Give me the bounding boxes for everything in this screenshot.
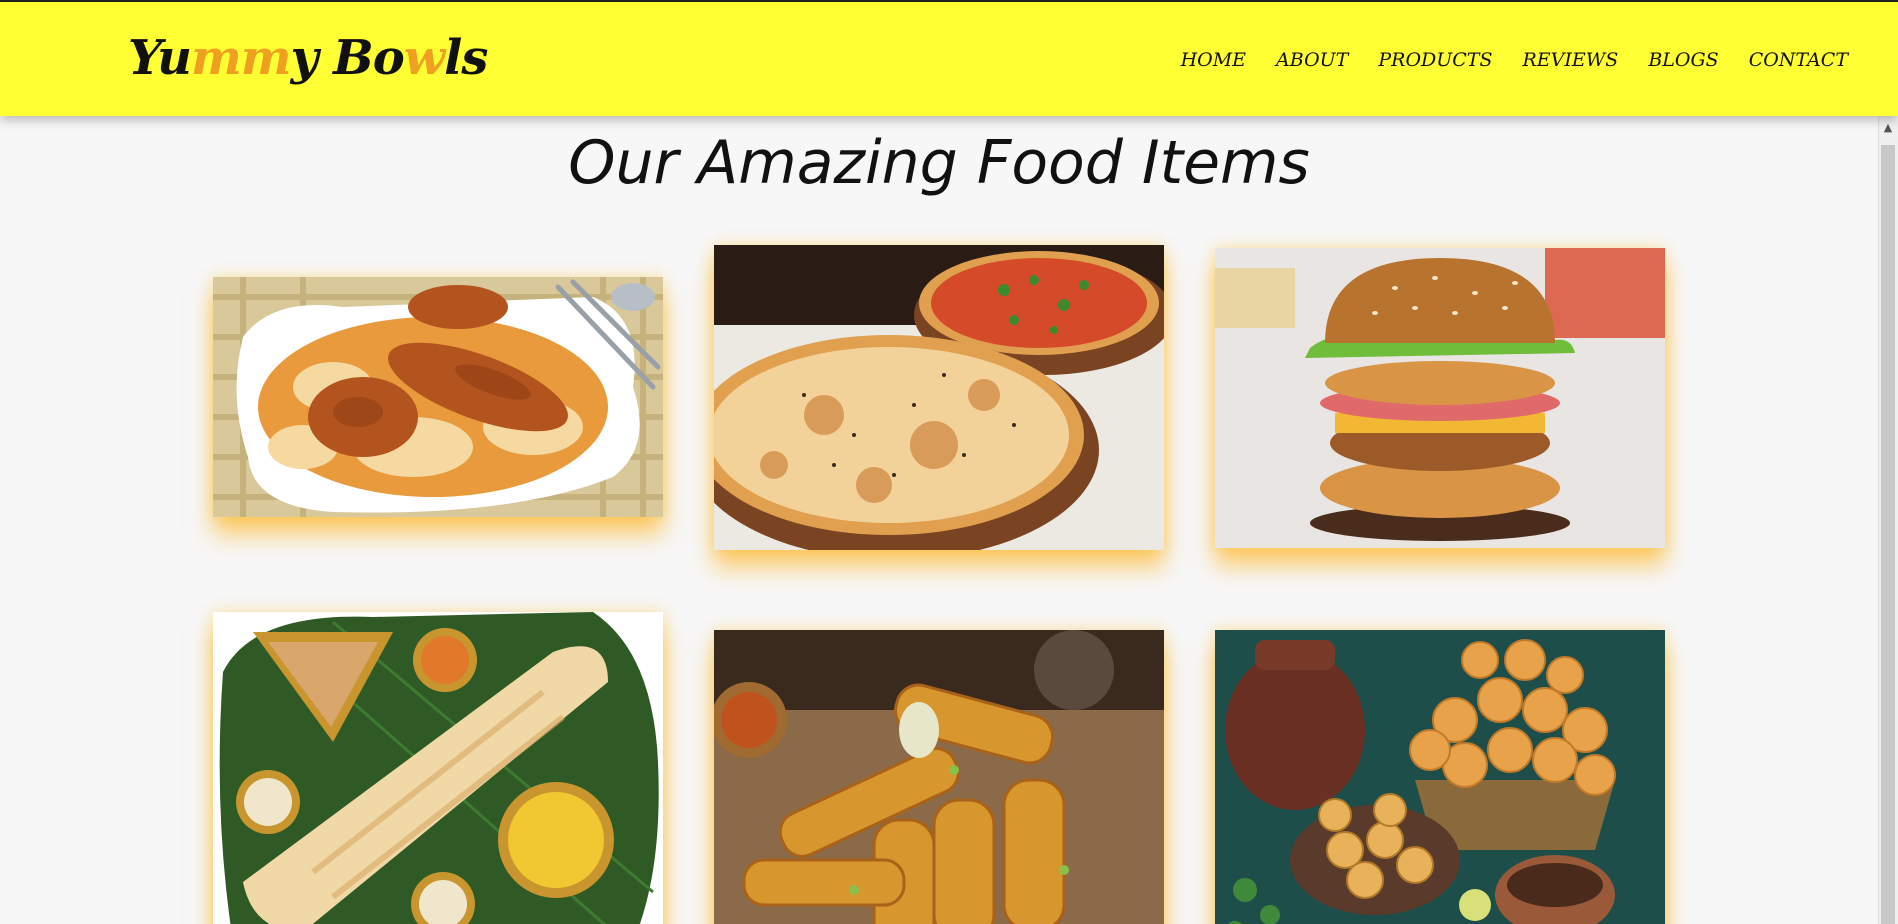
main-nav: HOME ABOUT PRODUCTS REVIEWS BLOGS CONTAC… [1181,49,1848,71]
nav-products[interactable]: PRODUCTS [1378,49,1492,71]
nav-contact[interactable]: CONTACT [1749,49,1848,71]
pizza-image [714,245,1164,550]
biryani-image [213,277,663,517]
scroll-up-arrow-icon[interactable]: ▲ [1878,118,1898,138]
food-card-dosa[interactable] [213,612,663,924]
scrollbar-thumb[interactable] [1881,145,1895,924]
food-card-pizza[interactable] [714,245,1164,550]
nav-about[interactable]: ABOUT [1276,49,1348,71]
pani-puri-image [1215,630,1665,924]
site-header: Yummy Bowls HOME ABOUT PRODUCTS REVIEWS … [0,2,1898,116]
site-logo[interactable]: Yummy Bowls [128,30,488,86]
dosa-image [213,612,663,924]
food-card-spring-rolls[interactable] [714,630,1164,924]
food-card-burger[interactable] [1215,248,1665,548]
food-card-biryani[interactable] [213,277,663,517]
nav-reviews[interactable]: REVIEWS [1523,49,1619,71]
spring-rolls-image [714,630,1164,924]
nav-blogs[interactable]: BLOGS [1648,49,1718,71]
nav-home[interactable]: HOME [1181,49,1246,71]
food-card-pani-puri[interactable] [1215,630,1665,924]
page-title: Our Amazing Food Items [568,128,1310,198]
burger-image [1215,248,1665,548]
